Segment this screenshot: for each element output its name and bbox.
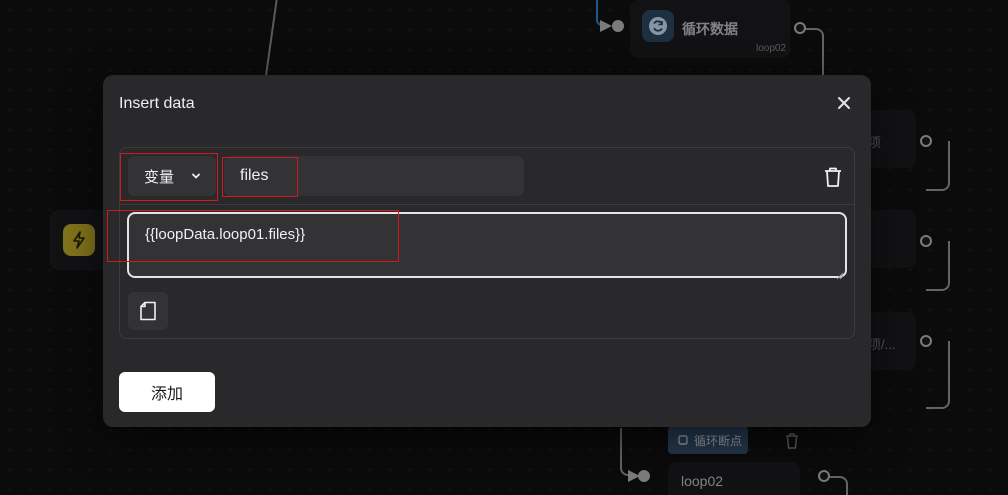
resize-handle-icon[interactable] bbox=[836, 272, 844, 280]
insert-data-modal: Insert data 变量 {{loopData.loop01.files}}… bbox=[103, 75, 871, 427]
add-button[interactable]: 添加 bbox=[119, 372, 215, 412]
modal-title: Insert data bbox=[119, 95, 195, 112]
type-select[interactable]: 变量 bbox=[128, 156, 216, 196]
chevron-down-icon bbox=[192, 173, 200, 179]
type-select-label: 变量 bbox=[144, 168, 175, 186]
divider bbox=[120, 204, 854, 205]
data-row: 变量 {{loopData.loop01.files}} bbox=[119, 147, 855, 339]
trash-icon[interactable] bbox=[822, 166, 844, 188]
document-icon bbox=[140, 301, 156, 321]
document-button[interactable] bbox=[128, 292, 168, 330]
value-textarea[interactable]: {{loopData.loop01.files}} bbox=[127, 212, 847, 278]
close-icon[interactable] bbox=[835, 94, 853, 112]
variable-name-input[interactable] bbox=[224, 156, 524, 196]
